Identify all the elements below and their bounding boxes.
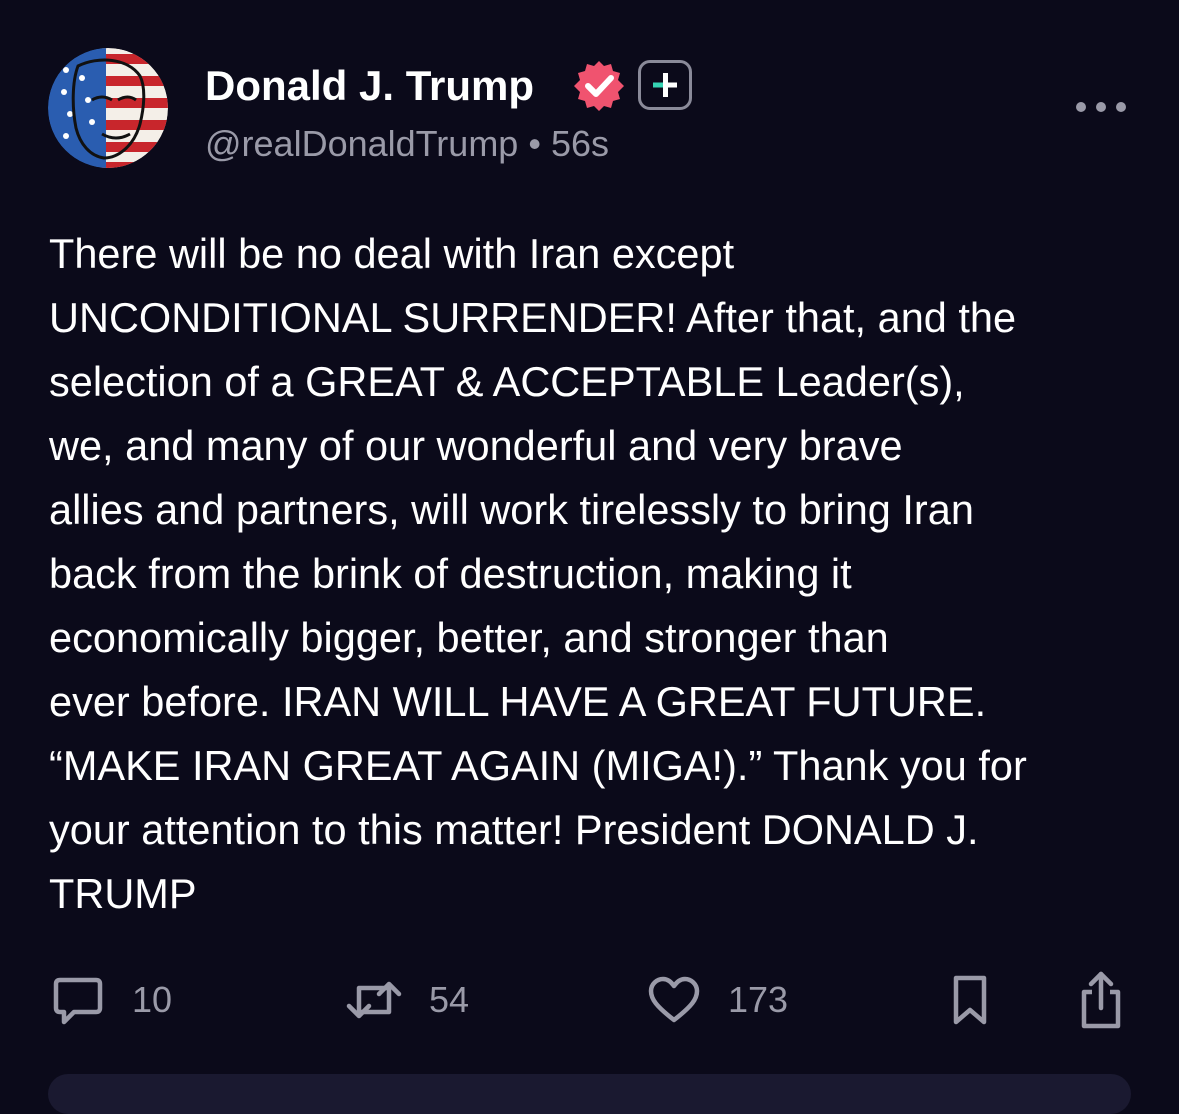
- reply-icon: [53, 977, 103, 1025]
- repost-icon: [346, 981, 402, 1019]
- author-avatar[interactable]: [48, 48, 168, 168]
- share-button[interactable]: [1078, 970, 1124, 1030]
- reply-composer-edge[interactable]: [48, 1074, 1131, 1114]
- meta-separator: •: [528, 123, 541, 164]
- repost-button[interactable]: 54: [343, 970, 469, 1030]
- like-button[interactable]: 173: [646, 970, 788, 1030]
- reply-count: 10: [132, 979, 173, 1020]
- author-handle-line: @realDonaldTrump • 56s: [205, 120, 609, 168]
- avatar-image: [48, 48, 168, 168]
- author-name[interactable]: Donald J. Trump: [205, 58, 534, 114]
- author-handle[interactable]: @realDonaldTrump: [205, 123, 518, 164]
- more-dot: [1116, 102, 1126, 112]
- verified-badge-icon: [571, 58, 627, 114]
- heart-icon: [648, 976, 700, 1023]
- post-timestamp[interactable]: 56s: [551, 123, 609, 164]
- reply-button[interactable]: 10: [50, 970, 172, 1030]
- more-options-icon[interactable]: [1076, 92, 1126, 122]
- more-dot: [1096, 102, 1106, 112]
- bookmark-button[interactable]: [950, 970, 990, 1030]
- bookmark-icon: [953, 975, 987, 1025]
- share-icon: [1081, 971, 1121, 1029]
- plus-badge-icon: [638, 60, 692, 110]
- action-bar: 10 54 173: [0, 970, 1179, 1030]
- like-count: 173: [728, 979, 789, 1020]
- repost-count: 54: [429, 979, 470, 1020]
- post-body: There will be no deal with Iran except U…: [49, 230, 1027, 917]
- more-dot: [1076, 102, 1086, 112]
- post-card: Donald J. Trump @realDonaldTrump • 56s T…: [0, 0, 1179, 1114]
